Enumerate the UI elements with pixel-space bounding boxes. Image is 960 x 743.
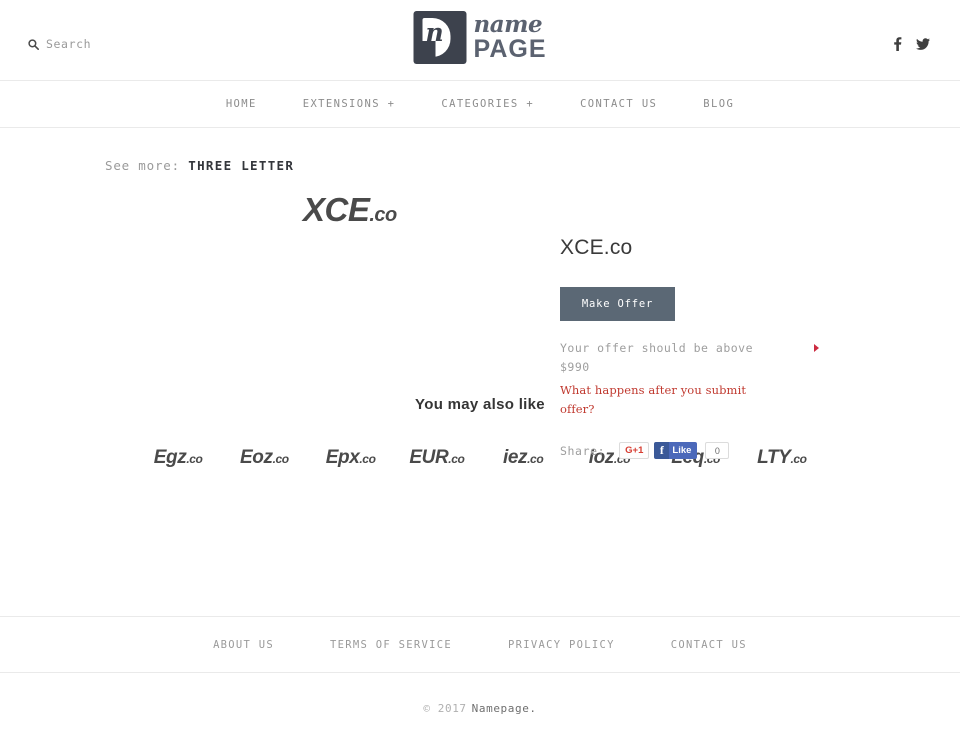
- offer-help-link[interactable]: What happens after you submit offer?: [560, 381, 775, 419]
- logo-mark-icon: n: [413, 11, 467, 64]
- see-more-prefix: See more:: [105, 158, 180, 173]
- offer-marker-icon: [814, 344, 819, 352]
- site-header: Search n name PAGE: [0, 0, 960, 81]
- product-section: XCE.co XCE.co Make Offer Your offer shou…: [0, 176, 960, 459]
- page-root: Search n name PAGE HOME EXTENSIONS + CAT…: [0, 0, 960, 743]
- footer-links: ABOUT US TERMS OF SERVICE PRIVACY POLICY…: [0, 617, 960, 673]
- related-domain-name: EUR: [409, 447, 449, 468]
- domain-artwork: XCE.co: [303, 191, 397, 229]
- related-domain-tld: .co: [790, 452, 807, 466]
- related-domain-tld: .co: [448, 452, 465, 466]
- related-domain-item[interactable]: Eoz.co: [221, 447, 307, 469]
- related-domains-row: Egz.co Eoz.co Epx.co EUR.co iez.co ioz.c…: [0, 447, 960, 469]
- footer-link-about-us[interactable]: ABOUT US: [185, 639, 302, 651]
- related-domain-name: Eoz: [240, 447, 273, 468]
- facebook-icon[interactable]: [893, 37, 902, 51]
- facebook-like-label: Like: [669, 442, 698, 459]
- social-links: [893, 37, 930, 51]
- logo-page: PAGE: [473, 35, 547, 63]
- nav-item-categories[interactable]: CATEGORIES +: [418, 98, 557, 110]
- facebook-like-button[interactable]: f Like: [654, 442, 698, 459]
- copyright-brand: Namepage.: [471, 701, 537, 715]
- related-domain-item[interactable]: Epx.co: [308, 447, 394, 469]
- offer-note: Your offer should be above $990 What hap…: [560, 339, 819, 419]
- share-row: Share: G+1 f Like 0: [560, 442, 790, 459]
- footer-link-privacy-policy[interactable]: PRIVACY POLICY: [480, 639, 643, 651]
- logo-mark-letter: n: [425, 18, 444, 47]
- copyright-text: © 2017: [423, 701, 467, 715]
- search-label: Search: [46, 37, 92, 51]
- nav-item-blog[interactable]: BLOG: [680, 98, 757, 110]
- see-more-category-link[interactable]: THREE LETTER: [188, 158, 294, 173]
- related-domain-item[interactable]: EUR.co: [394, 447, 480, 469]
- facebook-f-icon: f: [654, 442, 670, 459]
- make-offer-button[interactable]: Make Offer: [560, 287, 675, 321]
- see-more-row: See more: THREE LETTER: [0, 156, 305, 176]
- site-logo[interactable]: n name PAGE: [413, 11, 547, 64]
- logo-name: name: [473, 11, 543, 38]
- nav-item-extensions[interactable]: EXTENSIONS +: [280, 98, 419, 110]
- share-label: Share:: [560, 443, 606, 458]
- page-title: XCE.co: [560, 236, 633, 259]
- facebook-like-count[interactable]: 0: [705, 442, 730, 459]
- footer-link-terms-of-service[interactable]: TERMS OF SERVICE: [302, 639, 480, 651]
- also-like-title: You may also like: [415, 396, 545, 413]
- product-details: XCE.co Make Offer Your offer should be a…: [560, 236, 819, 459]
- nav-item-home[interactable]: HOME: [203, 98, 280, 110]
- share-buttons: G+1 f Like 0: [619, 442, 730, 459]
- nav-item-contact-us[interactable]: CONTACT US: [557, 98, 680, 110]
- google-plus-one-button[interactable]: G+1: [619, 442, 650, 459]
- related-domain-name: Egz: [153, 447, 187, 468]
- related-domain-tld: .co: [186, 452, 203, 466]
- domain-artwork-tld: .co: [369, 204, 397, 226]
- related-domain-name: iez: [502, 447, 528, 468]
- related-domain-item[interactable]: Egz.co: [135, 447, 221, 469]
- related-domain-tld: .co: [272, 452, 290, 466]
- footer-link-contact-us[interactable]: CONTACT US: [643, 639, 775, 651]
- related-domain-tld: .co: [527, 452, 544, 466]
- related-domain-item[interactable]: iez.co: [480, 447, 566, 469]
- search-icon: [28, 38, 39, 50]
- also-like-section: You may also like Egz.co Eoz.co Epx.co E…: [0, 396, 960, 469]
- copyright-row: © 2017 Namepage.: [0, 673, 960, 743]
- related-domain-tld: .co: [359, 452, 376, 466]
- related-domain-name: Epx: [325, 447, 360, 468]
- search-button[interactable]: Search: [28, 37, 91, 51]
- main-navigation: HOME EXTENSIONS + CATEGORIES + CONTACT U…: [0, 81, 960, 128]
- offer-minimum-text: Your offer should be above $990: [560, 341, 754, 374]
- domain-artwork-name: XCE: [303, 191, 370, 228]
- site-footer: ABOUT US TERMS OF SERVICE PRIVACY POLICY…: [0, 616, 960, 743]
- logo-text: name PAGE: [474, 13, 547, 62]
- twitter-icon[interactable]: [916, 38, 930, 50]
